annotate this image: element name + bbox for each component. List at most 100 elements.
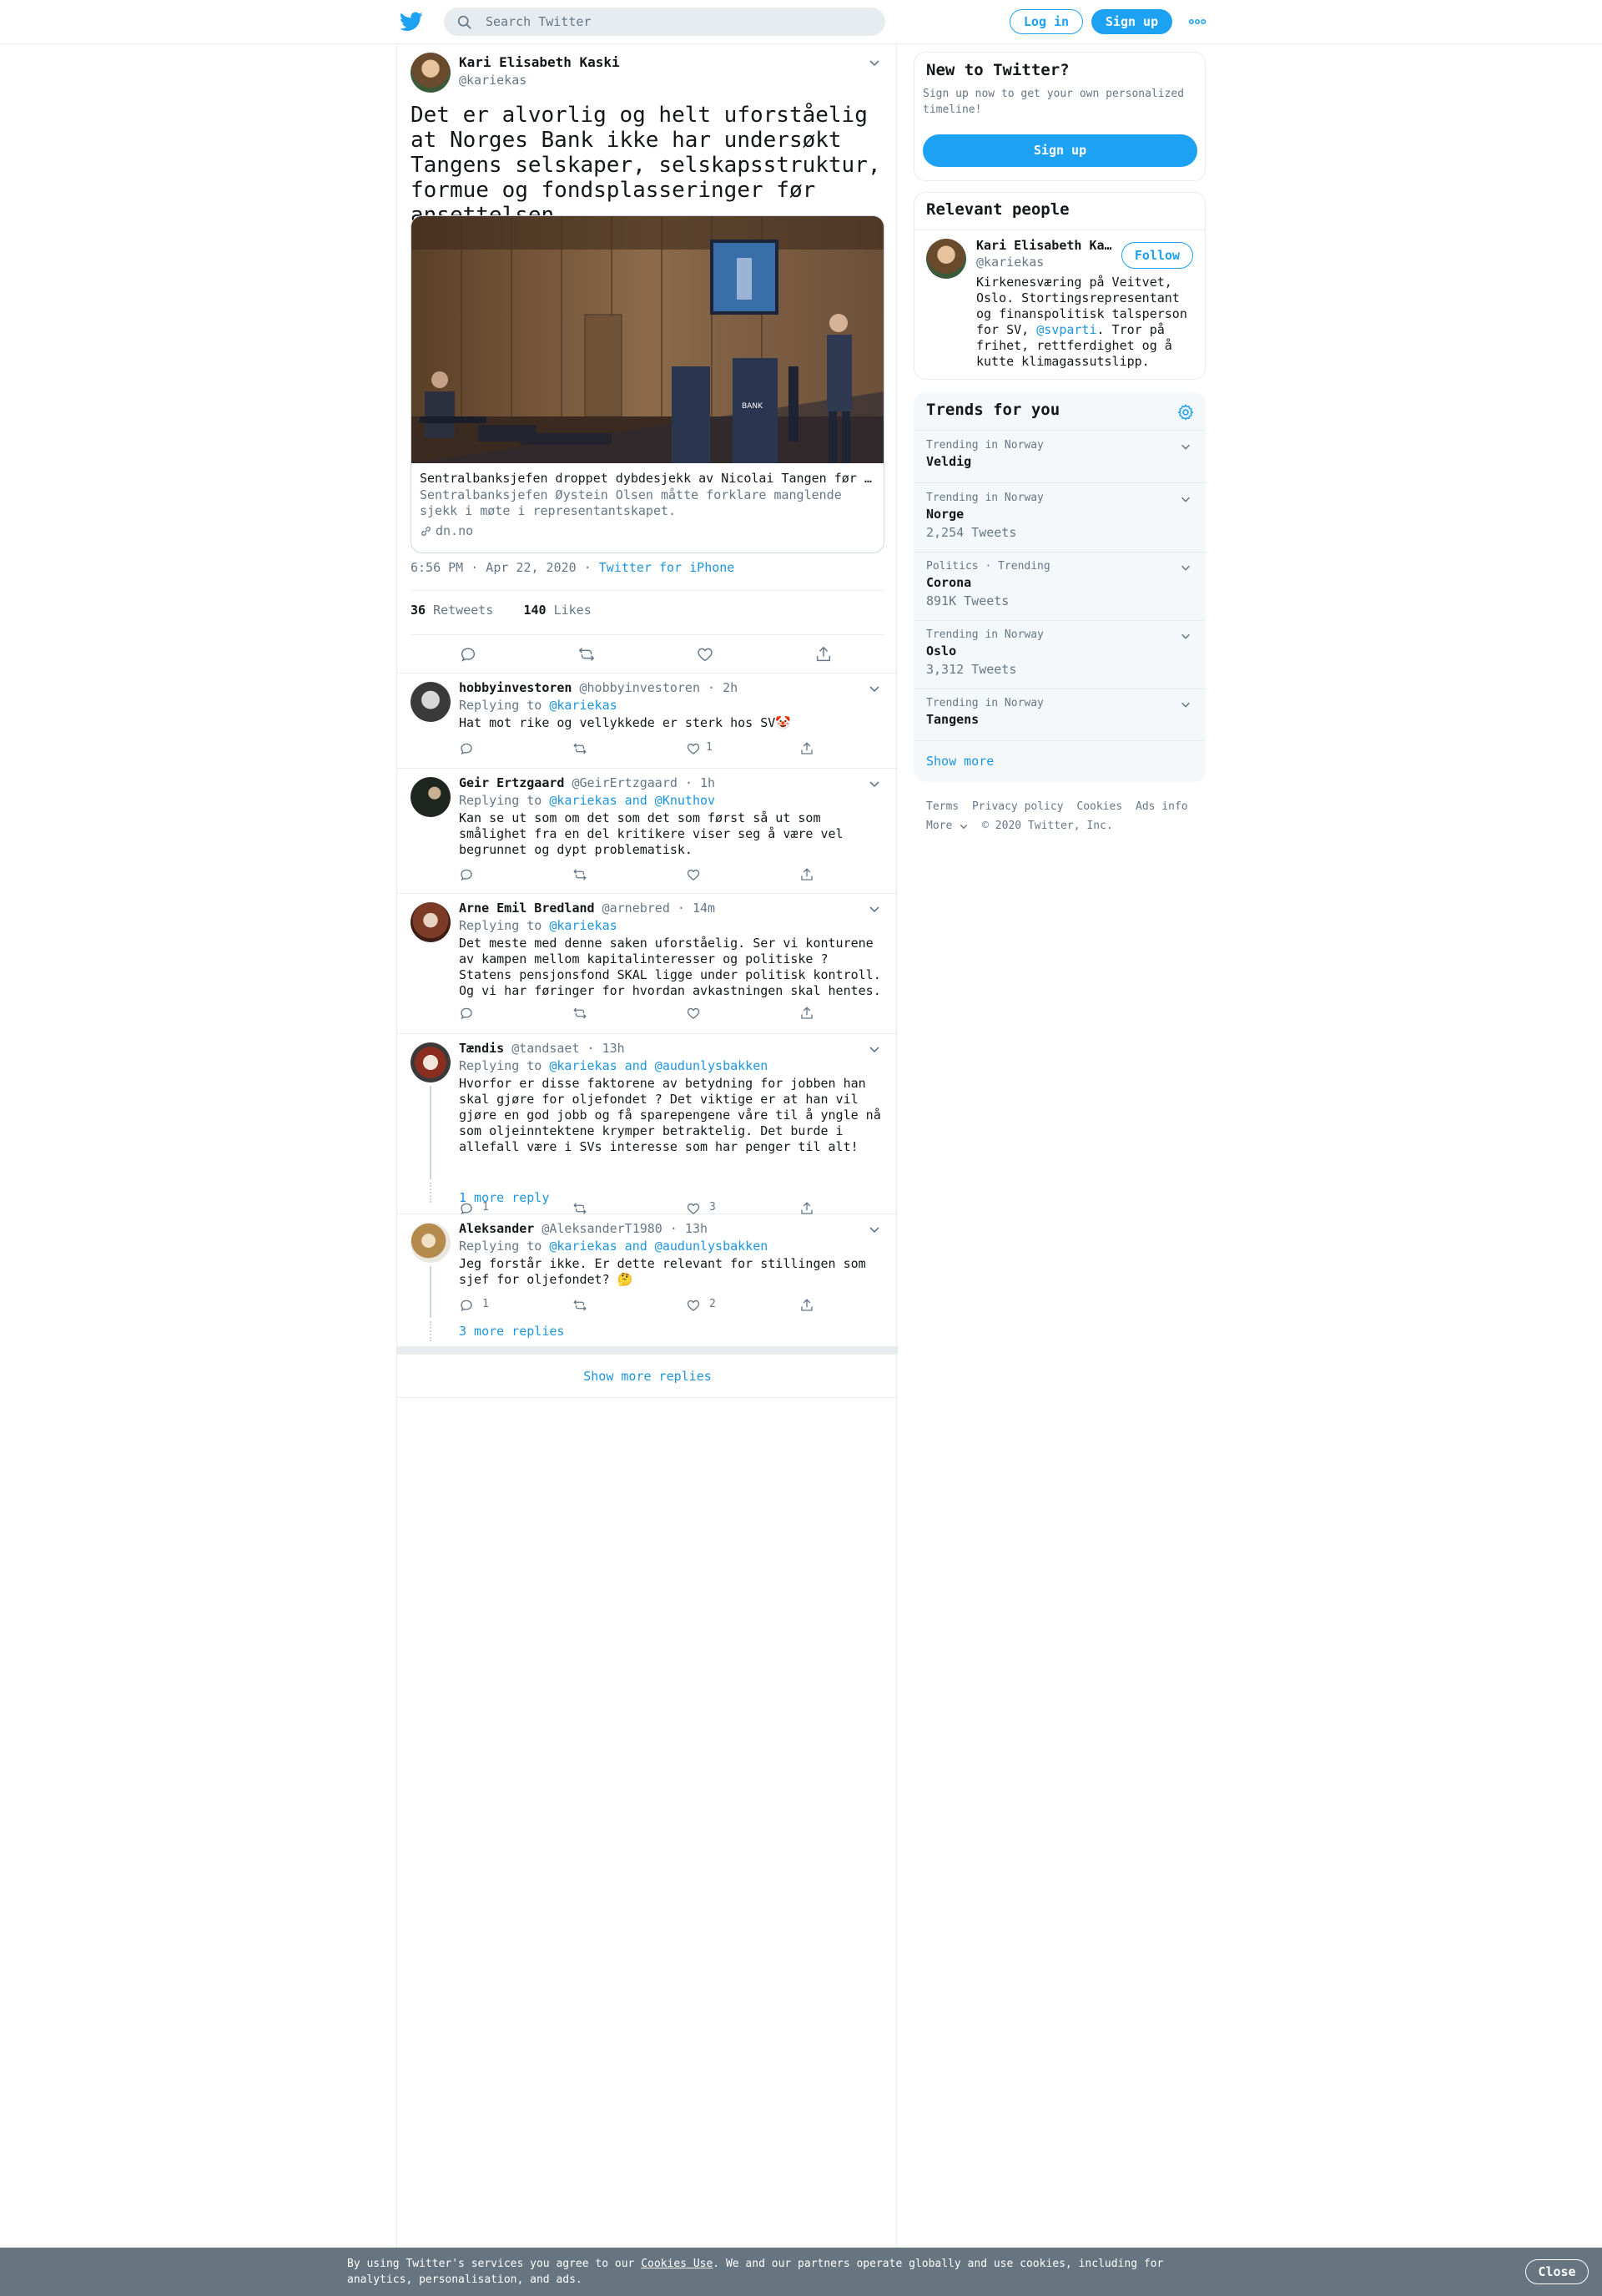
footer-cookies-link[interactable]: Cookies — [1076, 800, 1122, 813]
twitter-logo-icon[interactable] — [400, 11, 423, 33]
reply-author-handle[interactable]: @tandsaet — [511, 1041, 579, 1056]
reply-author-handle[interactable]: @arnebred — [602, 901, 670, 916]
reply-author-name[interactable]: hobbyinvestoren — [459, 680, 572, 695]
avatar[interactable] — [411, 902, 451, 942]
bio-mention-link[interactable]: @svparti — [1036, 322, 1096, 337]
footer-more-link[interactable]: More — [926, 820, 969, 832]
footer-terms-link[interactable]: Terms — [926, 800, 959, 813]
chevron-down-icon[interactable] — [868, 902, 881, 916]
reply-time[interactable]: 1h — [700, 775, 715, 790]
share-icon[interactable] — [799, 867, 814, 882]
chevron-down-icon[interactable] — [868, 56, 881, 69]
tweet-source[interactable]: Twitter for iPhone — [599, 560, 735, 575]
reply-author-name[interactable]: Arne Emil Bredland — [459, 901, 595, 916]
reply-tweet[interactable]: Aleksander @AleksanderT1980 · 13h Replyi… — [397, 1214, 898, 1346]
replying-to-link[interactable]: @kariekas — [549, 918, 617, 933]
more-replies-link[interactable]: 3 more replies — [459, 1324, 564, 1339]
reply-icon[interactable] — [459, 867, 474, 882]
login-button[interactable]: Log in — [1010, 9, 1083, 34]
trend-item[interactable]: Trending in Norway Oslo 3,312 Tweets — [914, 620, 1205, 689]
avatar[interactable] — [411, 777, 451, 817]
trend-item[interactable]: Trending in Norway Veldig — [914, 431, 1205, 482]
show-more-replies-button[interactable]: Show more replies — [397, 1355, 898, 1398]
reply-author-handle[interactable]: @GeirErtzgaard — [572, 775, 677, 790]
avatar[interactable] — [411, 53, 451, 93]
trend-name[interactable]: Norge — [926, 507, 964, 522]
trend-name[interactable]: Tangens — [926, 712, 979, 727]
reply-icon[interactable] — [459, 741, 474, 756]
person-name[interactable]: Kari Elisabeth Kaski — [976, 238, 1116, 253]
chevron-down-icon[interactable] — [1180, 441, 1191, 452]
reply-tweet[interactable]: Tændis @tandsaet · 13h Replying to @kari… — [397, 1034, 898, 1214]
avatar[interactable] — [411, 682, 451, 722]
follow-button[interactable]: Follow — [1121, 242, 1193, 269]
like-count[interactable]: 140 — [523, 603, 546, 618]
gear-icon[interactable] — [1176, 403, 1195, 421]
chevron-down-icon[interactable] — [868, 682, 881, 695]
trend-name[interactable]: Veldig — [926, 454, 971, 469]
like-icon[interactable] — [686, 1298, 701, 1313]
replying-to-link[interactable]: @kariekas and @audunlysbakken — [549, 1058, 768, 1073]
signup-button[interactable]: Sign up — [1091, 9, 1172, 34]
tweet-author-handle[interactable]: @kariekas — [459, 73, 526, 88]
search-input[interactable] — [486, 8, 869, 36]
footer-privacy-link[interactable]: Privacy policy — [972, 800, 1064, 813]
chevron-down-icon[interactable] — [959, 821, 969, 831]
reply-tweet[interactable]: Geir Ertzgaard @GeirErtzgaard · 1h Reply… — [397, 769, 898, 894]
chevron-down-icon[interactable] — [868, 1042, 881, 1056]
trend-item[interactable]: Politics · Trending Corona 891K Tweets — [914, 552, 1205, 620]
cookies-use-link[interactable]: Cookies Use — [641, 2258, 713, 2270]
tweet-time[interactable]: 6:56 PM · Apr 22, 2020 — [411, 560, 577, 575]
like-icon[interactable] — [696, 645, 714, 664]
link-card[interactable]: BANK Sentralbanksjefen droppet dybdesjek… — [411, 215, 884, 553]
trend-item[interactable]: Trending in Norway Norge 2,254 Tweets — [914, 483, 1205, 552]
reply-icon[interactable] — [459, 645, 477, 664]
more-replies-link[interactable]: 1 more reply — [459, 1190, 549, 1205]
reply-time[interactable]: 13h — [685, 1221, 708, 1236]
more-icon[interactable] — [1188, 14, 1207, 29]
retweet-count[interactable]: 36 — [411, 603, 426, 618]
replying-to-link[interactable]: @kariekas — [549, 698, 617, 713]
reply-time[interactable]: 2h — [723, 680, 738, 695]
reply-author-name[interactable]: Tændis — [459, 1041, 504, 1056]
retweet-icon[interactable] — [572, 1298, 587, 1313]
search-bar[interactable] — [444, 8, 885, 36]
reply-icon[interactable] — [459, 1006, 474, 1021]
chevron-down-icon[interactable] — [868, 777, 881, 790]
reply-author-handle[interactable]: @hobbyinvestoren — [580, 680, 701, 695]
reply-author-name[interactable]: Geir Ertzgaard — [459, 775, 564, 790]
retweet-icon[interactable] — [572, 867, 587, 882]
footer-ads-link[interactable]: Ads info — [1136, 800, 1188, 813]
footer-more-label[interactable]: More — [926, 820, 952, 832]
replying-to-link[interactable]: @kariekas and @audunlysbakken — [549, 1239, 768, 1254]
reply-author-handle[interactable]: @AleksanderT1980 — [542, 1221, 662, 1236]
chevron-down-icon[interactable] — [1180, 493, 1191, 505]
retweet-icon[interactable] — [572, 1006, 587, 1021]
retweets-label[interactable]: Retweets — [433, 603, 493, 618]
chevron-down-icon[interactable] — [1180, 630, 1191, 642]
share-icon[interactable] — [799, 741, 814, 756]
person-handle[interactable]: @kariekas — [976, 255, 1044, 270]
chevron-down-icon[interactable] — [1180, 562, 1191, 573]
avatar[interactable] — [411, 1223, 451, 1263]
retweet-icon[interactable] — [577, 645, 596, 664]
tweet-author-name[interactable]: Kari Elisabeth Kaski — [459, 54, 620, 70]
sidebar-signup-button[interactable]: Sign up — [923, 134, 1197, 167]
share-icon[interactable] — [799, 1006, 814, 1021]
cookie-close-button[interactable]: Close — [1525, 2259, 1589, 2284]
show-more-trends-link[interactable]: Show more — [926, 754, 994, 769]
reply-tweet[interactable]: Arne Emil Bredland @arnebred · 14m Reply… — [397, 894, 898, 1034]
share-icon[interactable] — [814, 645, 833, 664]
reply-time[interactable]: 14m — [693, 901, 715, 916]
like-icon[interactable] — [686, 867, 701, 882]
reply-icon[interactable] — [459, 1298, 474, 1313]
avatar[interactable] — [411, 1042, 451, 1082]
reply-time[interactable]: 13h — [602, 1041, 625, 1056]
trend-name[interactable]: Corona — [926, 575, 971, 590]
card-title[interactable]: Sentralbanksjefen droppet dybdesjekk av … — [420, 471, 877, 486]
chevron-down-icon[interactable] — [868, 1223, 881, 1236]
replying-to-link[interactable]: @kariekas and @Knuthov — [549, 793, 715, 808]
likes-label[interactable]: Likes — [554, 603, 592, 618]
trend-item[interactable]: Trending in Norway Tangens — [914, 689, 1205, 740]
trend-name[interactable]: Oslo — [926, 643, 956, 659]
